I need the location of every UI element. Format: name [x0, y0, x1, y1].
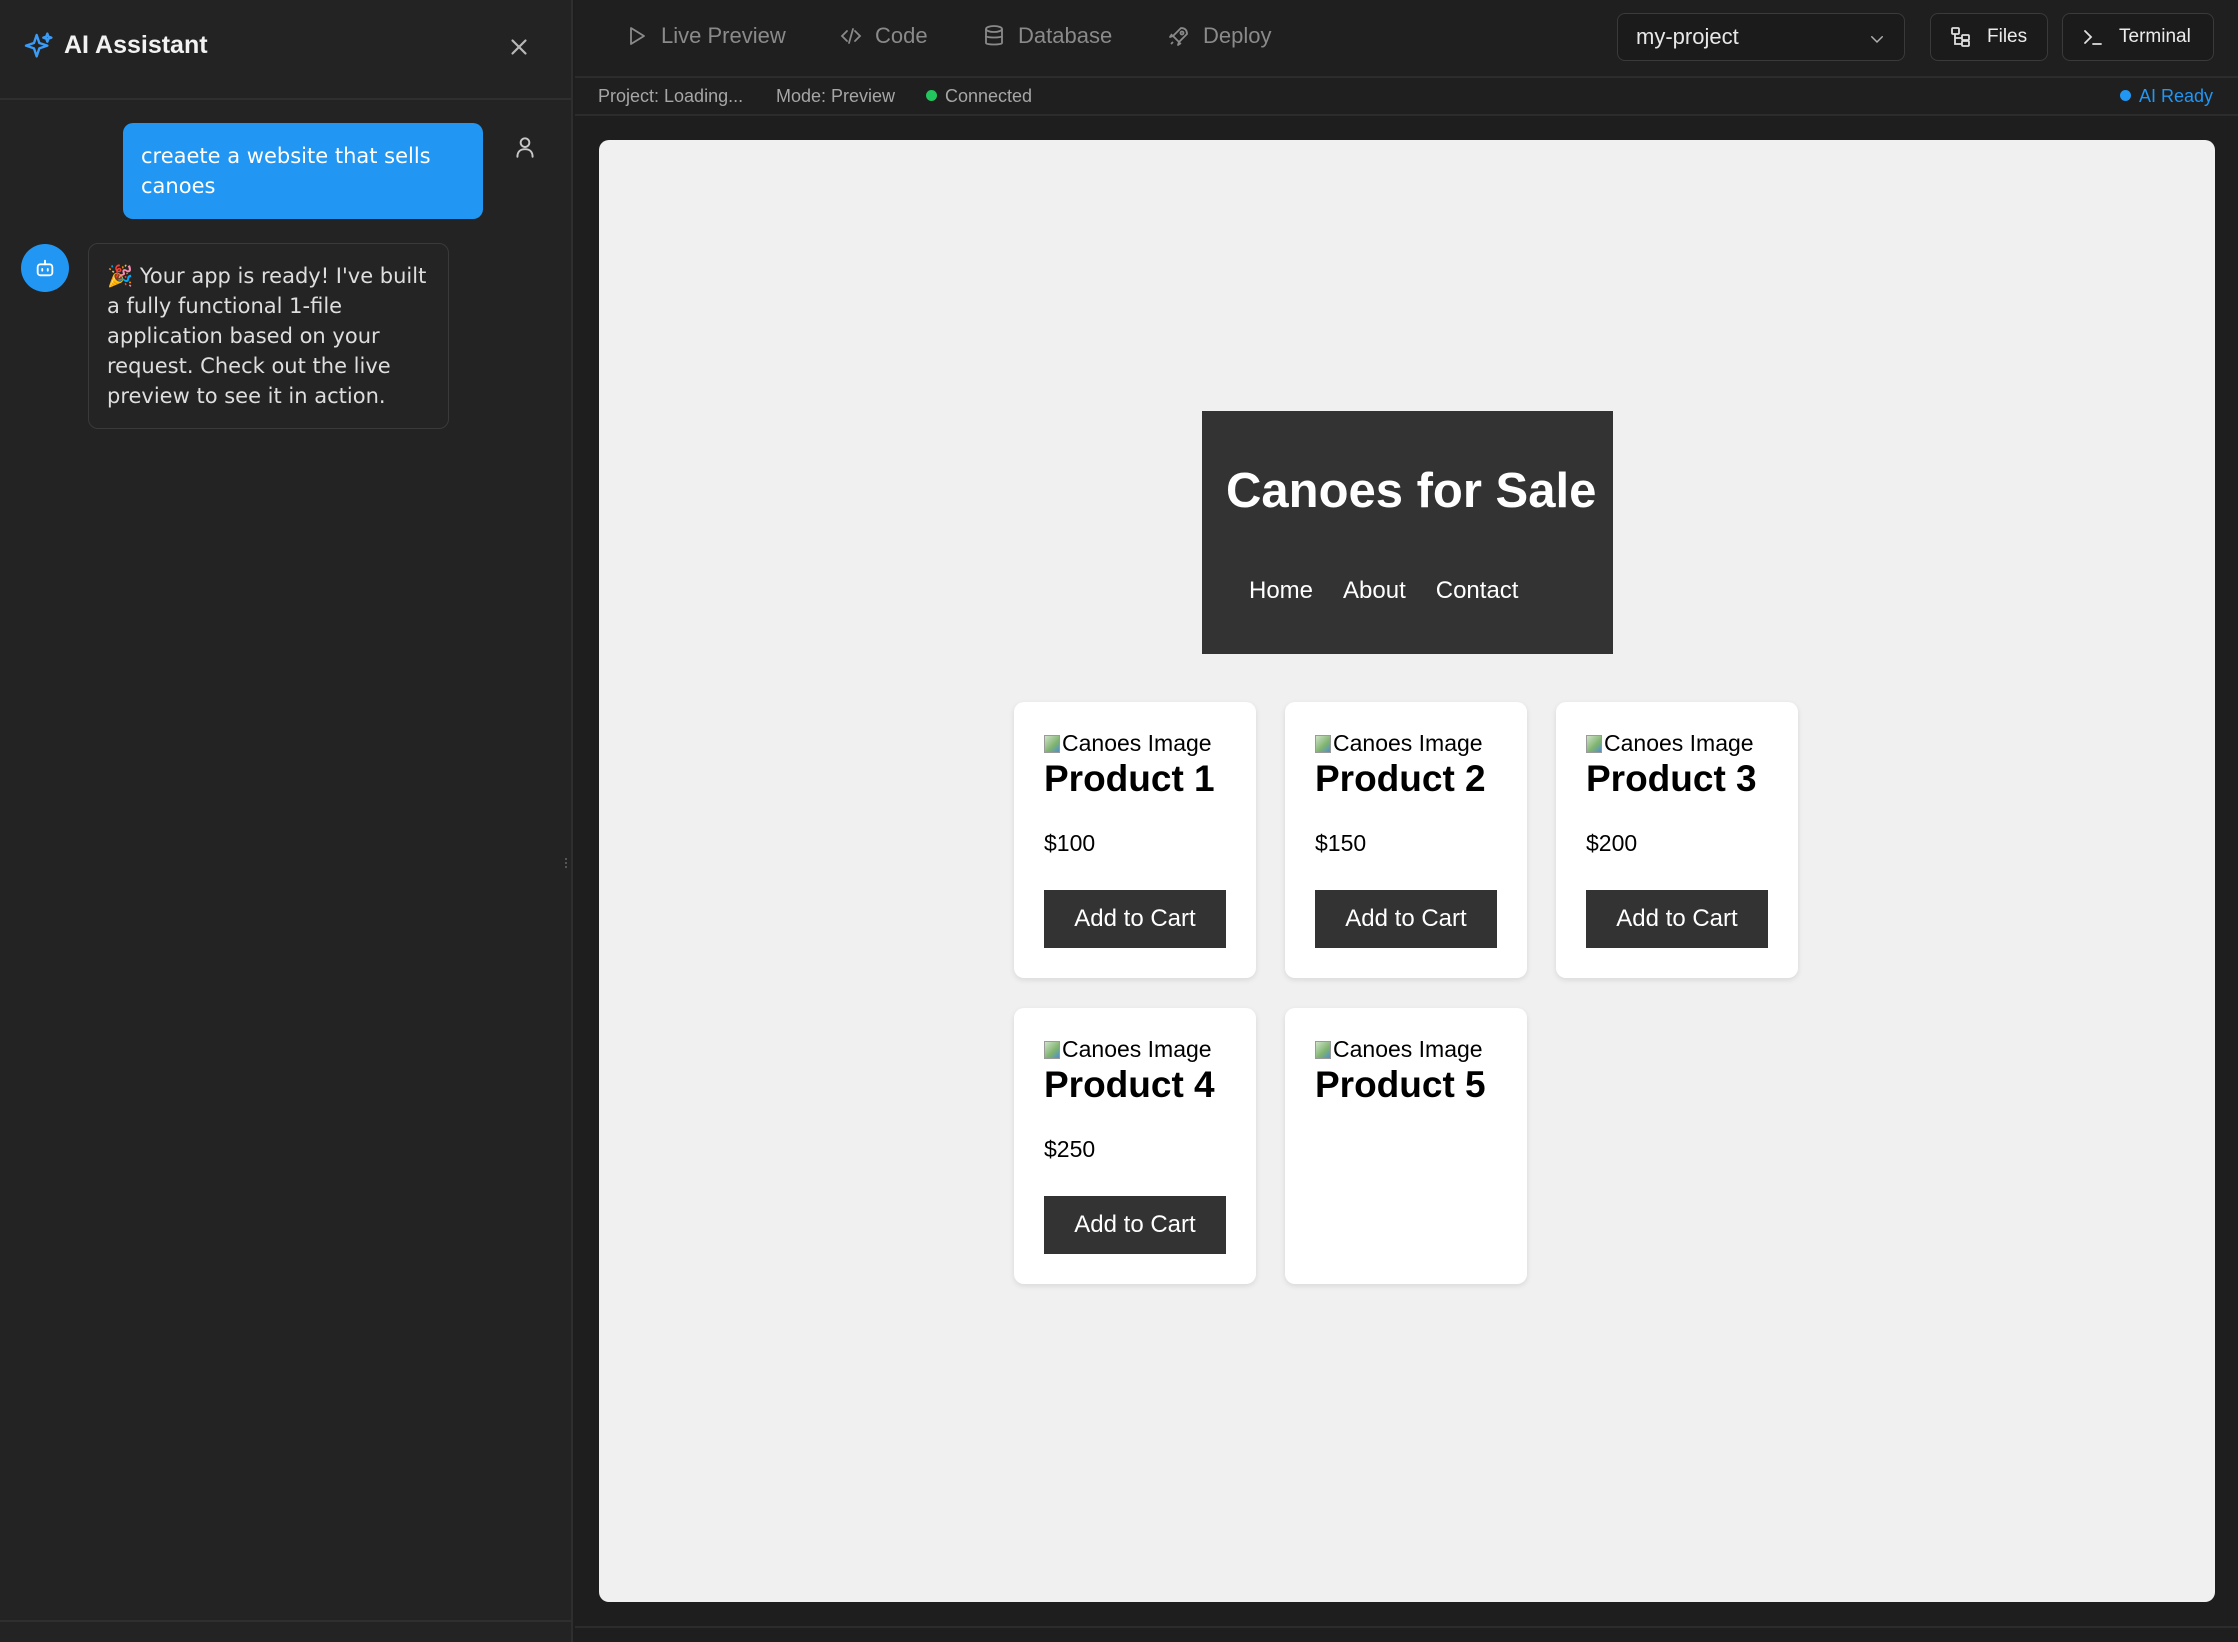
- user-icon: [516, 137, 534, 158]
- play-icon: [630, 27, 645, 45]
- code-icon: [840, 28, 862, 44]
- image-alt-text: Canoes Image: [1333, 1036, 1483, 1062]
- workspace-footer: [575, 1626, 2238, 1642]
- product-name: Product 5: [1315, 1064, 1486, 1105]
- add-to-cart-button[interactable]: Add to Cart: [1044, 1196, 1226, 1254]
- image-alt-text: Canoes Image: [1062, 1036, 1212, 1062]
- live-preview-frame: Canoes for Sale Home About Contact Canoe…: [599, 140, 2215, 1602]
- user-message: creaete a website that sells canoes: [123, 123, 483, 219]
- ai-ready-dot: [2120, 89, 2131, 101]
- product-image: Canoes Image: [1315, 730, 1483, 757]
- site-nav: Home About Contact: [1249, 577, 1518, 605]
- resize-handle-icon[interactable]: [563, 857, 569, 869]
- nav-home-link[interactable]: Home: [1249, 577, 1313, 605]
- product-card: Canoes Image Product 3 $200 Add to Cart: [1556, 702, 1798, 978]
- mode-status: Mode: Preview: [776, 86, 896, 106]
- nav-contact-link[interactable]: Contact: [1436, 577, 1519, 605]
- project-select[interactable]: my-project: [1617, 13, 1905, 61]
- status-bar: Project: Loading... Mode: Preview Connec…: [575, 78, 2238, 116]
- bot-avatar: [21, 244, 69, 292]
- add-to-cart-button[interactable]: Add to Cart: [1315, 890, 1497, 948]
- product-price: $150: [1315, 830, 1367, 856]
- connection-label: Connected: [945, 86, 1033, 106]
- product-card: Canoes Image Product 5: [1285, 1008, 1527, 1284]
- project-name: my-project: [1636, 24, 1739, 49]
- product-price: $100: [1044, 830, 1096, 856]
- assistant-footer: [0, 1620, 573, 1642]
- assistant-title: AI Assistant: [64, 31, 208, 59]
- image-alt-text: Canoes Image: [1604, 730, 1754, 756]
- site-header: Canoes for Sale Home About Contact: [1202, 411, 1613, 654]
- site-title: Canoes for Sale: [1226, 464, 1597, 518]
- product-image: Canoes Image: [1044, 1036, 1212, 1063]
- terminal-button[interactable]: Terminal: [2062, 13, 2214, 61]
- chevron-down-icon: [1871, 36, 1883, 44]
- database-icon: [985, 25, 1003, 46]
- add-to-cart-button[interactable]: Add to Cart: [1586, 890, 1768, 948]
- tab-deploy[interactable]: Deploy: [1167, 21, 1271, 51]
- tab-code[interactable]: Code: [839, 21, 928, 51]
- tab-label: Code: [875, 23, 928, 48]
- tab-live-preview[interactable]: Live Preview: [625, 21, 786, 51]
- ai-assistant-panel: AI Assistant creaete a website that sell…: [0, 0, 573, 1642]
- product-image: Canoes Image: [1044, 730, 1212, 757]
- product-name: Product 1: [1044, 758, 1215, 799]
- product-name: Product 3: [1586, 758, 1757, 799]
- close-icon[interactable]: [506, 34, 532, 60]
- product-price: $250: [1044, 1136, 1096, 1162]
- tab-label: Database: [1018, 23, 1113, 48]
- file-tree-icon: [1951, 27, 1970, 47]
- ai-ready-label: AI Ready: [2139, 86, 2214, 106]
- rocket-icon: [1169, 27, 1188, 46]
- broken-image-icon: [1586, 734, 1602, 753]
- product-image: Canoes Image: [1586, 730, 1754, 757]
- broken-image-icon: [1315, 1040, 1331, 1059]
- connection-status: Connected: [926, 86, 1032, 107]
- product-card: Canoes Image Product 2 $150 Add to Cart: [1285, 702, 1527, 978]
- broken-image-icon: [1315, 734, 1331, 753]
- bot-message: 🎉 Your app is ready! I've built a fully …: [88, 243, 449, 429]
- product-name: Product 2: [1315, 758, 1486, 799]
- product-card: Canoes Image Product 4 $250 Add to Cart: [1014, 1008, 1256, 1284]
- ai-status: AI Ready: [2120, 86, 2213, 107]
- bot-icon: [36, 259, 54, 277]
- product-name: Product 4: [1044, 1064, 1215, 1105]
- broken-image-icon: [1044, 734, 1060, 753]
- broken-image-icon: [1044, 1040, 1060, 1059]
- project-status: Project: Loading...: [598, 86, 744, 106]
- nav-about-link[interactable]: About: [1343, 577, 1406, 605]
- product-card: Canoes Image Product 1 $100 Add to Cart: [1014, 702, 1256, 978]
- files-label: Files: [1987, 26, 2028, 47]
- terminal-label: Terminal: [2119, 26, 2191, 47]
- product-price: $200: [1586, 830, 1638, 856]
- terminal-icon: [2084, 30, 2102, 45]
- tab-database[interactable]: Database: [982, 21, 1112, 51]
- files-button[interactable]: Files: [1930, 13, 2048, 61]
- product-image: Canoes Image: [1315, 1036, 1483, 1063]
- assistant-header: AI Assistant: [0, 0, 571, 100]
- tab-label: Live Preview: [661, 23, 786, 48]
- tab-label: Deploy: [1203, 23, 1272, 48]
- sparkles-icon: [24, 32, 53, 58]
- image-alt-text: Canoes Image: [1333, 730, 1483, 756]
- connected-dot: [926, 89, 937, 101]
- image-alt-text: Canoes Image: [1062, 730, 1212, 756]
- add-to-cart-button[interactable]: Add to Cart: [1044, 890, 1226, 948]
